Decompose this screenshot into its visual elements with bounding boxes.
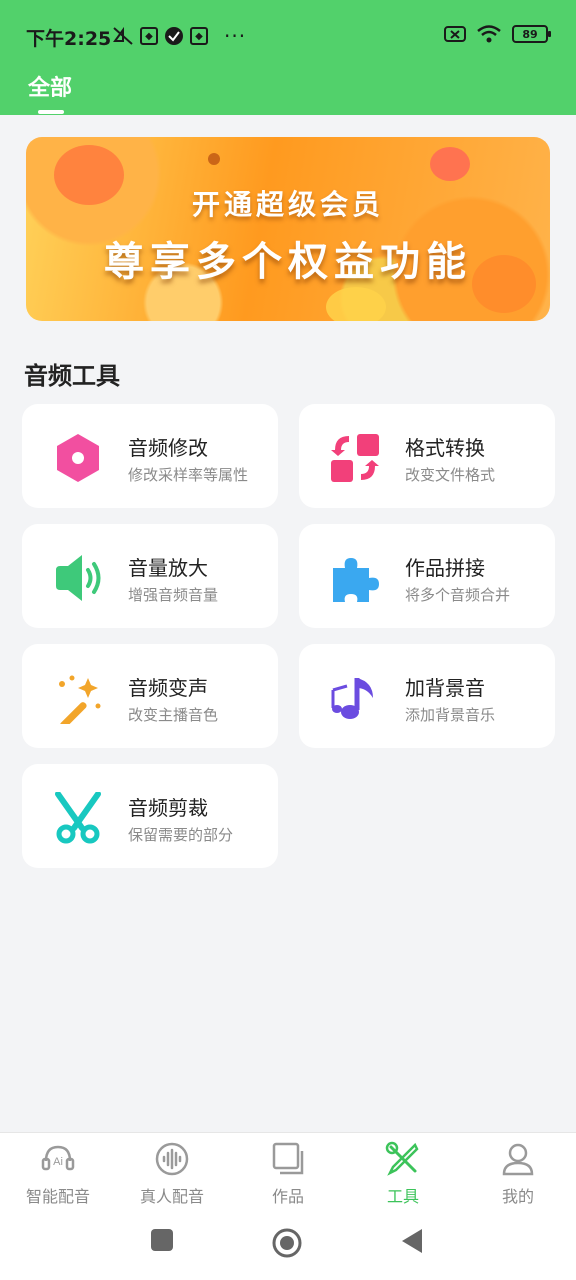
tool-title: 音量放大 — [128, 556, 208, 580]
nav-label: 工具 — [386, 1187, 419, 1206]
decor-blob — [326, 287, 386, 321]
app-notification-icon: ◆ — [190, 27, 208, 45]
nav-human-voice[interactable]: 真人配音 — [122, 1141, 222, 1207]
tool-subtitle: 将多个音频合并 — [405, 586, 511, 604]
hexagon-icon — [57, 434, 99, 482]
nav-label: 我的 — [501, 1187, 534, 1206]
tool-subtitle: 添加背景音乐 — [405, 706, 496, 724]
app-notification-icon: ◆ — [140, 27, 158, 45]
back-button[interactable] — [400, 1228, 424, 1254]
tool-subtitle: 保留需要的部分 — [128, 826, 234, 844]
tool-card-merge[interactable]: 作品拼接 将多个音频合并 — [299, 524, 555, 628]
tool-title: 加背景音 — [405, 676, 485, 700]
section-title: 音频工具 — [24, 362, 120, 390]
tools-icon — [385, 1141, 419, 1176]
tool-title: 音频变声 — [128, 676, 208, 700]
waveform-icon — [155, 1142, 189, 1176]
bottom-nav: Ai 智能配音 真人配音 作品 工具 我的 — [0, 1132, 576, 1206]
nav-label: 作品 — [271, 1187, 304, 1206]
status-bar: 下午2:25 ◆ ◆ ··· 89 — [0, 0, 576, 68]
tool-title: 作品拼接 — [405, 556, 485, 580]
notification-icons: ◆ ◆ ··· — [112, 24, 246, 48]
svg-text:Ai: Ai — [53, 1156, 63, 1168]
tool-subtitle: 改变文件格式 — [405, 466, 496, 484]
no-sim-icon — [444, 26, 466, 42]
system-nav-bar — [0, 1206, 576, 1280]
scissors-icon — [55, 792, 101, 844]
tab-all[interactable]: 全部 — [28, 70, 72, 102]
status-right: 89 — [444, 24, 551, 44]
tool-title: 格式转换 — [405, 436, 485, 460]
banner-headline: 开通超级会员 — [191, 188, 384, 221]
ai-voice-icon: Ai — [41, 1145, 75, 1171]
tool-card-format-convert[interactable]: 格式转换 改变文件格式 — [299, 404, 555, 508]
mute-icon — [113, 26, 133, 45]
tool-card-volume-boost[interactable]: 音量放大 增强音频音量 — [22, 524, 278, 628]
tool-card-voice-change[interactable]: 音频变声 改变主播音色 — [22, 644, 278, 748]
tool-subtitle: 增强音频音量 — [128, 586, 219, 604]
battery-icon: 89 — [512, 25, 551, 43]
speaker-icon — [56, 555, 101, 601]
status-time: 下午2:25 — [26, 28, 112, 50]
check-circle-icon — [165, 27, 183, 45]
convert-icon — [331, 434, 379, 482]
tool-subtitle: 改变主播音色 — [128, 706, 219, 724]
music-note-icon — [331, 678, 373, 719]
home-button[interactable] — [272, 1228, 302, 1258]
top-tab-bar: 全部 — [0, 68, 576, 115]
tool-subtitle: 修改采样率等属性 — [128, 466, 249, 484]
nav-mine[interactable]: 我的 — [468, 1141, 568, 1207]
tool-title: 音频修改 — [128, 436, 208, 460]
magic-wand-icon — [59, 675, 101, 724]
recent-apps-button[interactable] — [150, 1228, 174, 1252]
tool-card-audio-trim[interactable]: 音频剪裁 保留需要的部分 — [22, 764, 278, 868]
banner-subheadline: 尊享多个权益功能 — [104, 239, 472, 285]
decor-blob — [430, 147, 470, 181]
nav-works[interactable]: 作品 — [238, 1141, 338, 1207]
nav-label: 真人配音 — [139, 1187, 204, 1206]
nav-label: 智能配音 — [25, 1187, 90, 1206]
works-icon — [272, 1142, 304, 1175]
tab-indicator — [38, 110, 64, 114]
wifi-icon — [477, 25, 501, 43]
tool-title: 音频剪裁 — [128, 796, 208, 820]
nav-ai-voice[interactable]: Ai 智能配音 — [8, 1141, 108, 1207]
puzzle-icon — [333, 558, 379, 602]
more-dots: ··· — [224, 24, 247, 48]
tool-card-background-music[interactable]: 加背景音 添加背景音乐 — [299, 644, 555, 748]
decor-blob — [208, 153, 220, 165]
person-icon — [502, 1143, 534, 1176]
nav-tools[interactable]: 工具 — [353, 1141, 453, 1207]
tool-card-audio-edit[interactable]: 音频修改 修改采样率等属性 — [22, 404, 278, 508]
vip-banner[interactable]: 开通超级会员 尊享多个权益功能 — [26, 137, 550, 321]
